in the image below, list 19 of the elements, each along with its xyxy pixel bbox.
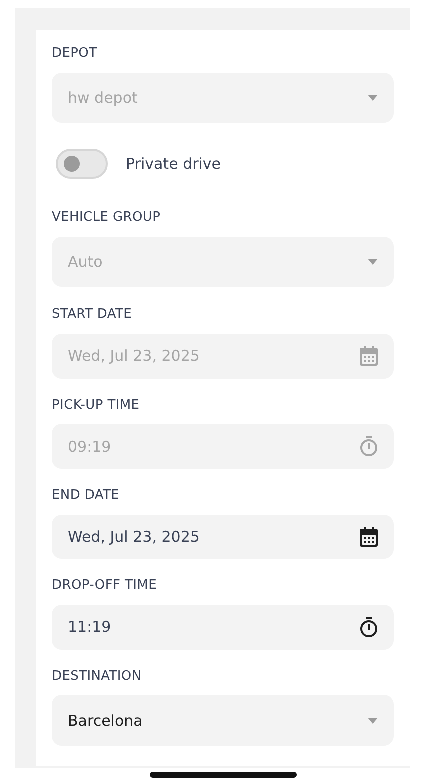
dropdown-caret-icon xyxy=(368,718,378,724)
stopwatch-icon xyxy=(360,436,378,458)
field-label: DEPOT xyxy=(52,46,98,63)
dropdown-caret-icon xyxy=(368,94,378,101)
field-label: DROP-OFF TIME xyxy=(52,578,158,596)
time-field[interactable]: 11:19 xyxy=(52,604,394,650)
dropdown-field[interactable]: Barcelona xyxy=(52,695,394,746)
calendar-icon xyxy=(360,526,378,547)
field-label: END DATE xyxy=(52,488,121,505)
field-label: VEHICLE GROUP xyxy=(52,210,162,227)
field-label: START DATE xyxy=(52,307,134,324)
toggle-label: Private drive xyxy=(126,154,222,173)
date-field[interactable]: Wed, Jul 23, 2025 xyxy=(52,514,394,560)
field-label: PICK-UP TIME xyxy=(52,398,141,415)
toggle-switch[interactable] xyxy=(56,148,108,179)
stopwatch-icon xyxy=(360,616,378,638)
calendar-icon xyxy=(360,346,378,366)
dropdown-caret-icon xyxy=(368,258,378,265)
field-label: DESTINATION xyxy=(52,668,143,686)
